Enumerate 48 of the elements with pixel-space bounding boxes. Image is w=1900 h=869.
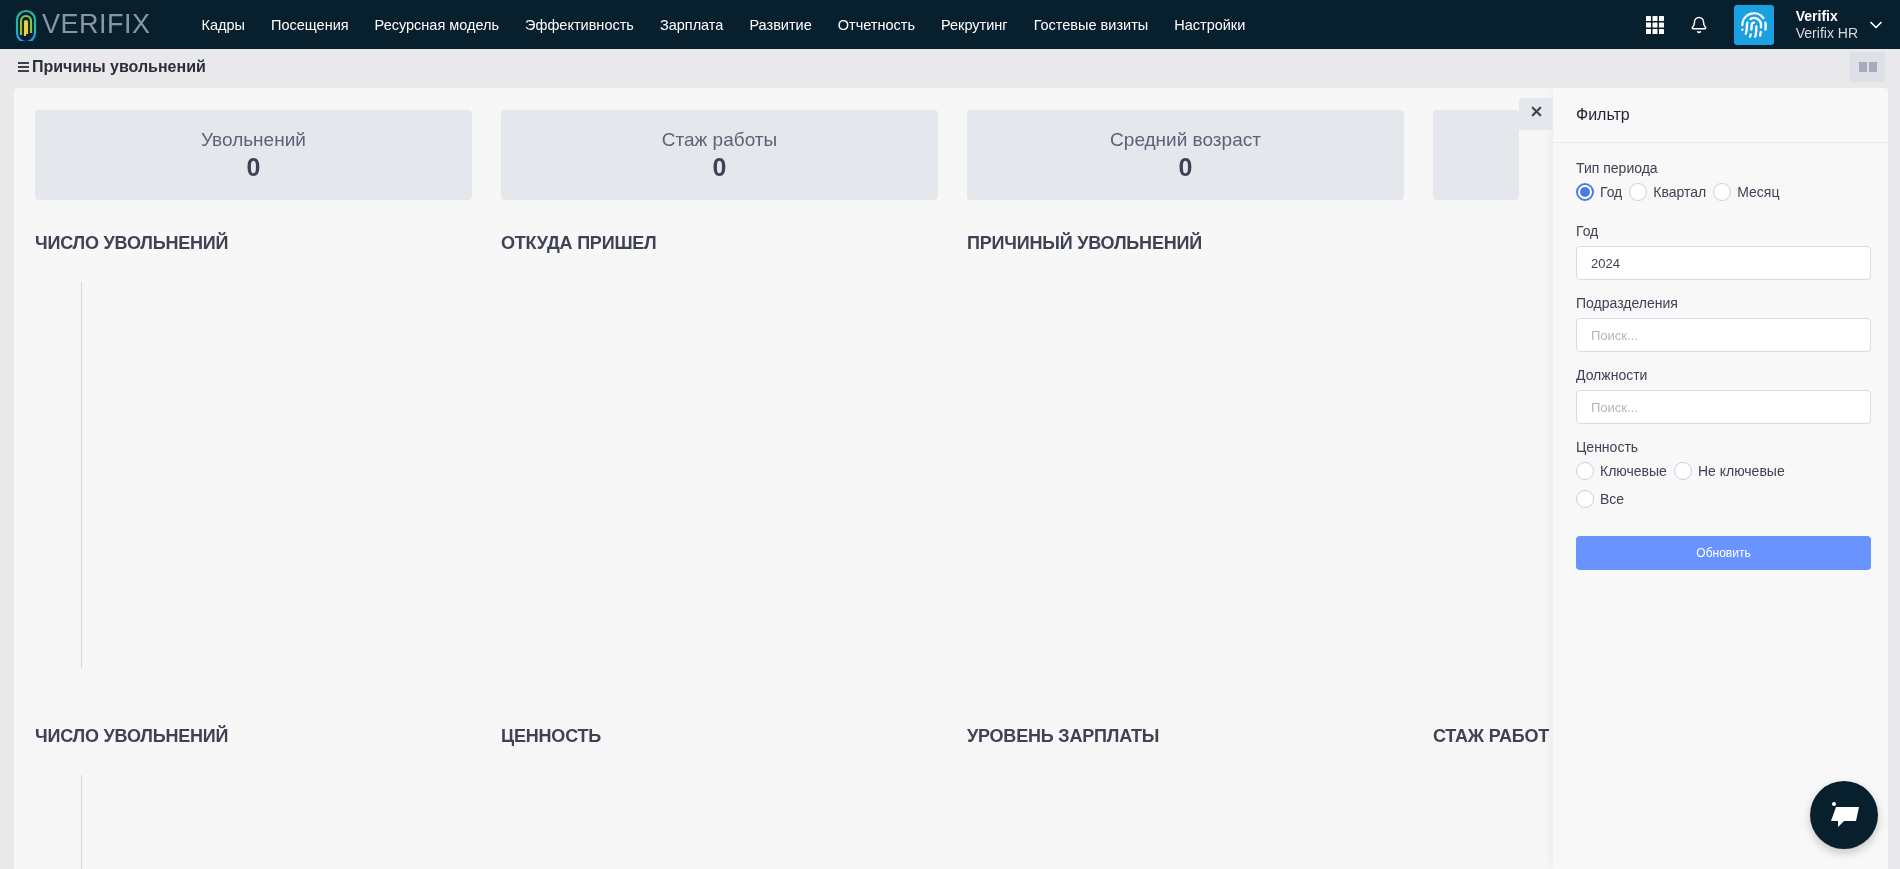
stat-label: Увольнений: [201, 128, 306, 151]
menu-item[interactable]: Настройки: [1161, 16, 1259, 33]
radio-option[interactable]: Ключевые: [1576, 462, 1667, 480]
search-field[interactable]: Поиск...: [1576, 390, 1871, 424]
fingerprint-avatar-icon[interactable]: [1733, 4, 1774, 45]
close-button[interactable]: [1519, 98, 1553, 130]
radio-icon[interactable]: [1576, 183, 1594, 201]
chart-title: СТАЖ РАБОТ: [1433, 726, 1550, 746]
menu-item[interactable]: Кадры: [188, 16, 258, 33]
search-field[interactable]: Поиск...: [1576, 318, 1871, 352]
page-title: Причины увольнений: [32, 58, 206, 76]
field-label: Подразделения: [1576, 295, 1679, 311]
stat-label: Стаж работы: [661, 128, 778, 151]
radio-option[interactable]: Месяц: [1713, 183, 1780, 201]
menu-item[interactable]: Рекрутинг: [928, 16, 1021, 33]
field-label: Год: [1576, 223, 1600, 239]
menu-item[interactable]: Отчетность: [824, 16, 928, 33]
menu-item[interactable]: Зарплата: [646, 16, 737, 33]
chart-title: ЦЕННОСТЬ: [501, 726, 602, 746]
logo-text: VERIFIX: [42, 9, 151, 40]
input-field[interactable]: 2024: [1576, 246, 1871, 280]
menu-item[interactable]: Гостевые визиты: [1020, 16, 1162, 33]
organization-name: Verifix HR: [1795, 24, 1858, 42]
menu-item[interactable]: Эффективность: [512, 16, 647, 33]
radio-option[interactable]: Год: [1576, 183, 1623, 201]
menu-item[interactable]: Развитие: [736, 16, 825, 33]
field-label: Ценность: [1576, 439, 1640, 455]
user-name: Verifix: [1795, 7, 1839, 25]
stat-value: 0: [712, 152, 727, 182]
menu-item[interactable]: Ресурсная модель: [361, 16, 513, 33]
chart-title: ЧИСЛО УВОЛЬНЕНИЙ: [35, 726, 229, 746]
chart-title: ПРИЧИНЫЙ УВОЛЬНЕНИЙ: [967, 233, 1202, 253]
field-label: Должности: [1576, 367, 1649, 383]
notification-bell-icon[interactable]: [1689, 15, 1708, 34]
radio-option[interactable]: Все: [1576, 490, 1625, 508]
chart-title: УРОВЕНЬ ЗАРПЛАТЫ: [967, 726, 1160, 746]
panel-title: Фильтр: [1576, 106, 1630, 124]
field-label: Тип периода: [1576, 160, 1659, 176]
menu-item[interactable]: Посещения: [258, 16, 362, 33]
chart-title: ОТКУДА ПРИШЕЛ: [501, 233, 657, 253]
stat-value: 0: [1178, 152, 1193, 182]
stat-label: Средний возраст: [1110, 128, 1261, 151]
apps-grid-icon[interactable]: [1645, 15, 1664, 34]
radio-option[interactable]: Квартал: [1629, 183, 1707, 201]
stat-value: 0: [246, 152, 261, 182]
radio-option[interactable]: Не ключевые: [1673, 462, 1785, 480]
menu-icon[interactable]: [18, 62, 29, 72]
chart-title: ЧИСЛО УВОЛЬНЕНИЙ: [35, 233, 229, 253]
